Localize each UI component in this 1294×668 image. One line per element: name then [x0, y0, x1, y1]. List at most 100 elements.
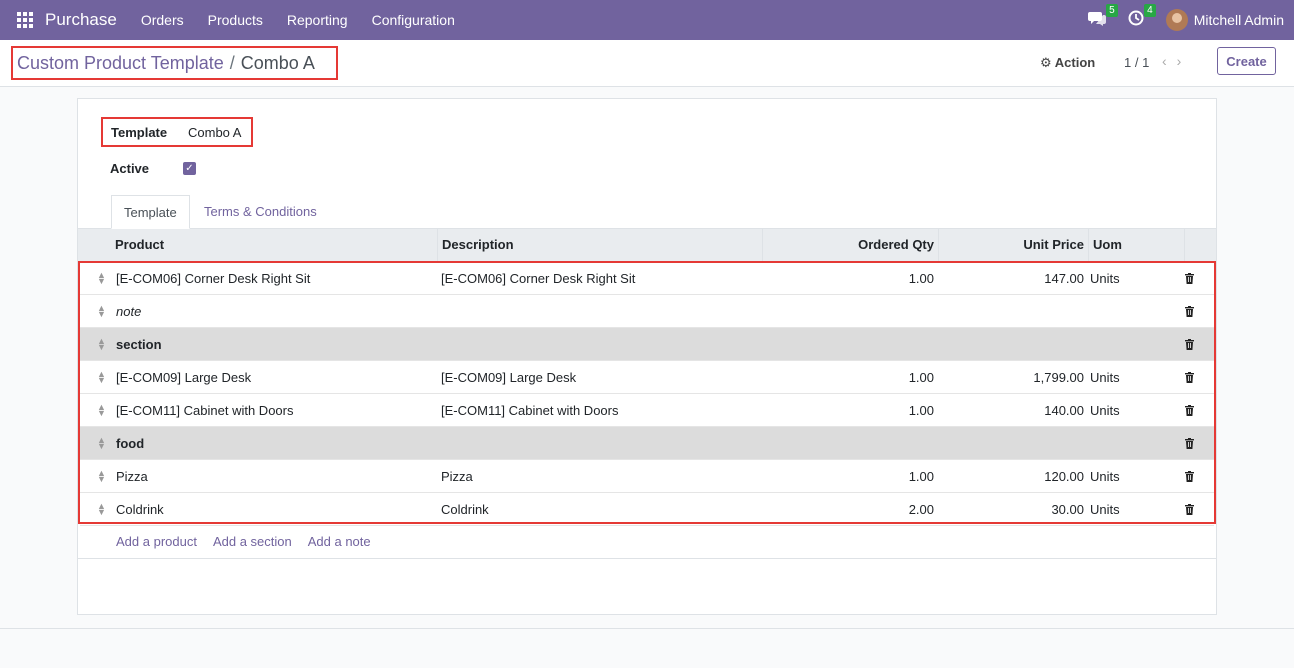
section-row[interactable]: ▲ ▼ section	[80, 328, 1214, 361]
trash-icon[interactable]	[1185, 404, 1194, 416]
table-row[interactable]: ▲ ▼ Coldrink Coldrink 2.00 30.00 Units	[80, 493, 1214, 526]
note-row[interactable]: ▲ ▼ note	[80, 295, 1214, 328]
breadcrumb-separator: /	[229, 52, 235, 73]
drag-handle-icon[interactable]: ▲ ▼	[97, 502, 106, 517]
ordered-qty-cell[interactable]: 1.00	[764, 394, 934, 427]
chevron-right-icon[interactable]: ›	[1177, 53, 1192, 69]
gear-icon: ⚙	[1040, 55, 1052, 70]
header-uom[interactable]: Uom	[1088, 229, 1184, 261]
messages-count-badge: 5	[1106, 3, 1118, 17]
table-footer-divider	[78, 558, 1216, 559]
avatar[interactable]	[1165, 9, 1188, 31]
drag-handle-icon[interactable]: ▲ ▼	[97, 337, 106, 352]
uom-cell[interactable]: Units	[1090, 262, 1180, 295]
trash-icon[interactable]	[1185, 371, 1194, 383]
table-header: Product Description Ordered Qty Unit Pri…	[78, 229, 1216, 262]
product-cell[interactable]: note	[116, 295, 434, 328]
trash-icon[interactable]	[1185, 338, 1194, 350]
product-cell[interactable]: [E-COM11] Cabinet with Doors	[116, 394, 434, 427]
tab-template[interactable]: Template	[111, 195, 190, 229]
description-cell[interactable]: [E-COM11] Cabinet with Doors	[441, 394, 759, 427]
ordered-qty-cell[interactable]: 2.00	[764, 493, 934, 526]
drag-handle-icon[interactable]: ▲ ▼	[97, 271, 106, 286]
product-cell[interactable]: [E-COM09] Large Desk	[116, 361, 434, 394]
product-cell[interactable]: food	[116, 427, 434, 460]
uom-cell[interactable]: Units	[1090, 394, 1180, 427]
trash-icon[interactable]	[1185, 437, 1194, 449]
product-cell[interactable]: section	[116, 328, 434, 361]
breadcrumb-current: Combo A	[240, 52, 315, 73]
breadcrumb-parent[interactable]: Custom Product Template	[17, 53, 224, 74]
section-row[interactable]: ▲ ▼ food	[80, 427, 1214, 460]
add-section-link[interactable]: Add a section	[213, 534, 292, 549]
unit-price-cell[interactable]: 140.00	[940, 394, 1084, 427]
template-field: Template Combo A	[101, 117, 253, 147]
action-button[interactable]: ⚙ Action	[1040, 55, 1095, 71]
drag-handle-icon[interactable]: ▲ ▼	[97, 304, 106, 319]
header-product[interactable]: Product	[111, 229, 437, 261]
product-cell[interactable]: Coldrink	[116, 493, 434, 526]
create-button[interactable]: Create	[1217, 47, 1276, 75]
uom-cell[interactable]: Units	[1090, 361, 1180, 394]
chevron-left-icon[interactable]: ‹	[1162, 53, 1177, 69]
drag-handle-icon[interactable]: ▲ ▼	[97, 436, 106, 451]
description-cell[interactable]: Coldrink	[441, 493, 759, 526]
header-unit-price[interactable]: Unit Price	[938, 229, 1088, 261]
drag-handle-icon[interactable]: ▲ ▼	[97, 403, 106, 418]
control-panel: Custom Product Template / Combo A ⚙ Acti…	[0, 40, 1294, 87]
description-cell[interactable]: Pizza	[441, 460, 759, 493]
add-product-link[interactable]: Add a product	[116, 534, 197, 549]
form-sheet: Template Combo A Active ✓ Template Terms…	[77, 98, 1217, 615]
menu-orders[interactable]: Orders	[141, 12, 184, 28]
table-row[interactable]: ▲ ▼ [E-COM09] Large Desk [E-COM09] Large De…	[80, 361, 1214, 394]
table-row[interactable]: ▲ ▼ [E-COM11] Cabinet with Doors [E-COM11] …	[80, 394, 1214, 427]
top-navbar: Purchase Orders Products Reporting Confi…	[0, 0, 1294, 40]
uom-cell[interactable]: Units	[1090, 493, 1180, 526]
header-ordered-qty[interactable]: Ordered Qty	[762, 229, 938, 261]
header-actions	[1184, 229, 1216, 261]
menu-reporting[interactable]: Reporting	[287, 12, 348, 28]
uom-cell[interactable]: Units	[1090, 460, 1180, 493]
notebook-tabs: Template Terms & Conditions	[78, 195, 1216, 229]
unit-price-cell[interactable]: 120.00	[940, 460, 1084, 493]
add-note-link[interactable]: Add a note	[308, 534, 371, 549]
template-input[interactable]: Combo A	[188, 125, 241, 140]
page-bottom-divider	[0, 628, 1294, 629]
activities-count-badge: 4	[1144, 3, 1156, 17]
messages-icon[interactable]: 5	[1087, 3, 1118, 31]
table-row[interactable]: ▲ ▼ Pizza Pizza 1.00 120.00 Units	[80, 460, 1214, 493]
ordered-qty-cell[interactable]: 1.00	[764, 262, 934, 295]
description-cell[interactable]: [E-COM09] Large Desk	[441, 361, 759, 394]
ordered-qty-cell[interactable]: 1.00	[764, 361, 934, 394]
description-cell[interactable]: [E-COM06] Corner Desk Right Sit	[441, 262, 759, 295]
menu-products[interactable]: Products	[208, 12, 263, 28]
trash-icon[interactable]	[1185, 272, 1194, 284]
trash-icon[interactable]	[1185, 305, 1194, 317]
header-description[interactable]: Description	[437, 229, 762, 261]
unit-price-cell[interactable]: 147.00	[940, 262, 1084, 295]
drag-handle-icon[interactable]: ▲ ▼	[97, 469, 106, 484]
activities-clock-icon[interactable]: 4	[1128, 3, 1156, 31]
user-name[interactable]: Mitchell Admin	[1194, 12, 1284, 28]
product-cell[interactable]: [E-COM06] Corner Desk Right Sit	[116, 262, 434, 295]
breadcrumb: Custom Product Template / Combo A	[11, 46, 338, 80]
pager-value[interactable]: 1 / 1	[1124, 55, 1149, 70]
active-field: Active ✓	[110, 161, 196, 176]
action-label: Action	[1054, 55, 1096, 70]
active-checkbox[interactable]: ✓	[183, 162, 196, 175]
tab-terms-conditions[interactable]: Terms & Conditions	[192, 195, 329, 228]
template-label: Template	[111, 124, 168, 140]
product-cell[interactable]: Pizza	[116, 460, 434, 493]
ordered-qty-cell[interactable]: 1.00	[764, 460, 934, 493]
table-body: ▲ ▼ [E-COM06] Corner Desk Right Sit [E-COM0…	[78, 261, 1216, 526]
drag-handle-icon[interactable]: ▲ ▼	[97, 370, 106, 385]
app-name[interactable]: Purchase	[45, 10, 117, 30]
unit-price-cell[interactable]: 30.00	[940, 493, 1084, 526]
trash-icon[interactable]	[1185, 503, 1194, 515]
apps-grid-icon[interactable]	[17, 12, 33, 28]
active-label: Active	[110, 161, 150, 176]
menu-configuration[interactable]: Configuration	[372, 12, 455, 28]
table-row[interactable]: ▲ ▼ [E-COM06] Corner Desk Right Sit [E-COM0…	[80, 262, 1214, 295]
trash-icon[interactable]	[1185, 470, 1194, 482]
unit-price-cell[interactable]: 1,799.00	[940, 361, 1084, 394]
